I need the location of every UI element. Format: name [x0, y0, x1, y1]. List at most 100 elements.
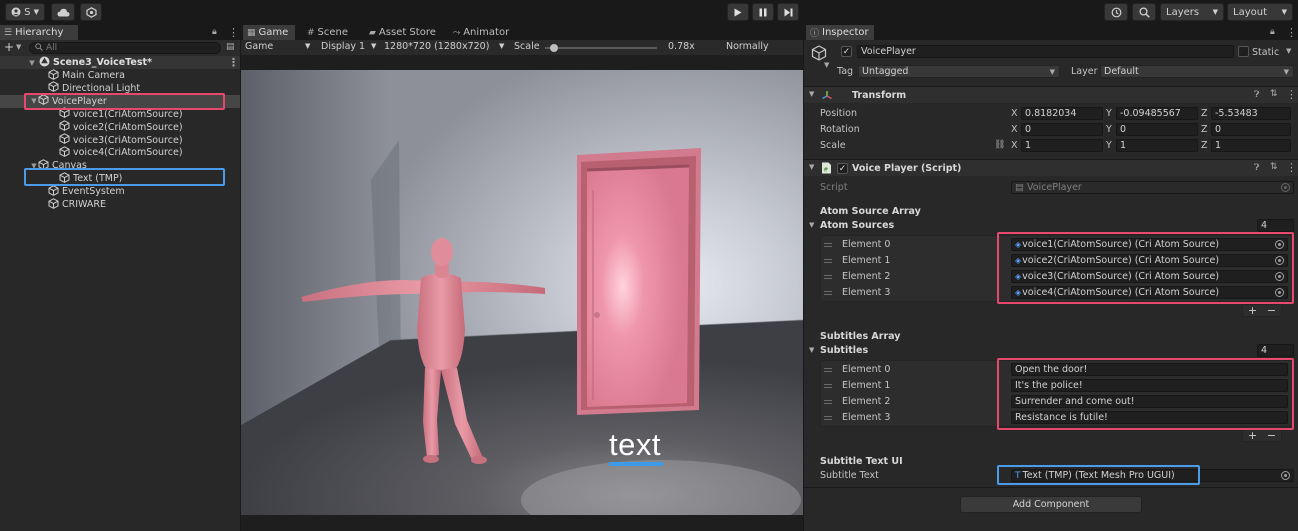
object-picker-icon[interactable]	[1281, 471, 1290, 480]
tab-scene[interactable]: # Scene	[303, 25, 359, 40]
layers-dropdown[interactable]: Layers ▼	[1160, 3, 1224, 21]
play-focus-dropdown[interactable]: Normally	[726, 41, 769, 52]
transform-rotation-y-field[interactable]: 0	[1116, 123, 1198, 136]
tab-inspector[interactable]: ⓘ Inspector	[806, 25, 874, 40]
object-name-field[interactable]: VoicePlayer	[857, 45, 1234, 58]
transform-position-x-field[interactable]: 0.8182034	[1021, 107, 1103, 120]
hierarchy-item[interactable]: EventSystem	[0, 184, 240, 198]
scene-visibility-icon[interactable]: ▤	[226, 42, 235, 52]
more-options-icon[interactable]: ⋮	[1286, 161, 1297, 174]
list-element-field[interactable]: ◈ voice3(CriAtomSource) (Cri Atom Source)	[1011, 270, 1288, 283]
account-dropdown[interactable]: S ▼	[5, 3, 45, 21]
preset-icon[interactable]: ⇅	[1270, 162, 1278, 172]
display-dropdown[interactable]: Display 1	[321, 41, 365, 52]
drag-handle-icon[interactable]	[824, 243, 832, 247]
atom-sources-label[interactable]: Atom Sources	[820, 220, 894, 231]
hierarchy-search-input[interactable]: All	[29, 42, 221, 54]
drag-handle-icon[interactable]	[824, 416, 832, 420]
subtitles-count[interactable]: 4	[1257, 344, 1294, 357]
collab-button[interactable]	[80, 3, 102, 21]
lock-icon[interactable]: 🔒︎	[212, 27, 217, 37]
object-picker-icon[interactable]	[1275, 272, 1284, 281]
transform-scale-z-field[interactable]: 1	[1211, 139, 1291, 152]
transform-scale-label: Scale	[820, 140, 846, 151]
lock-icon[interactable]: 🔒︎	[1270, 27, 1275, 37]
transform-scale-x-field[interactable]: 1	[1021, 139, 1103, 152]
hierarchy-item[interactable]: Directional Light	[0, 81, 240, 95]
tag-dropdown[interactable]: Untagged ▼	[858, 65, 1060, 78]
hierarchy-item[interactable]: CRIWARE	[0, 197, 240, 211]
more-options-icon[interactable]: ⋮	[228, 56, 239, 69]
scene-row[interactable]: ▼ Scene3_VoiceTest* ⋮	[0, 56, 240, 69]
tab-hierarchy[interactable]: ☰ Hierarchy	[0, 25, 78, 40]
view-mode-dropdown[interactable]: Game	[245, 41, 273, 52]
drag-handle-icon[interactable]	[824, 384, 832, 388]
transform-position-y-field[interactable]: -0.09485567	[1116, 107, 1198, 120]
play-button[interactable]	[727, 3, 749, 21]
add-element-button[interactable]: +	[1248, 429, 1257, 442]
hierarchy-item[interactable]: Main Camera	[0, 68, 240, 82]
hierarchy-item[interactable]: ▼ Canvas	[0, 159, 240, 172]
add-object-button[interactable]: +	[4, 40, 14, 54]
remove-element-button[interactable]: −	[1267, 304, 1276, 317]
list-element-field[interactable]: ◈ voice4(CriAtomSource) (Cri Atom Source)	[1011, 286, 1288, 299]
object-picker-icon[interactable]	[1275, 256, 1284, 265]
subtitles-label[interactable]: Subtitles	[820, 345, 868, 356]
undo-history-button[interactable]	[1104, 3, 1128, 21]
drag-handle-icon[interactable]	[824, 400, 832, 404]
transform-rotation-z-field[interactable]: 0	[1211, 123, 1291, 136]
drag-handle-icon[interactable]	[824, 291, 832, 295]
tab-game[interactable]: ▦ Game	[243, 25, 295, 40]
transform-scale-y-field[interactable]: 1	[1116, 139, 1198, 152]
step-button[interactable]	[777, 3, 799, 21]
hierarchy-item[interactable]: voice4(CriAtomSource)	[0, 146, 240, 159]
info-icon: ⓘ	[810, 29, 820, 39]
more-options-icon[interactable]: ⋮	[228, 26, 239, 39]
add-element-button[interactable]: +	[1248, 304, 1257, 317]
hierarchy-item[interactable]: Text (TMP)	[0, 171, 240, 185]
object-picker-icon[interactable]	[1275, 288, 1284, 297]
drag-handle-icon[interactable]	[824, 368, 832, 372]
link-icon[interactable]: ⛓︎	[994, 140, 1005, 150]
scale-slider[interactable]	[545, 44, 657, 52]
hierarchy-item[interactable]: ▼ VoicePlayer	[0, 94, 240, 108]
help-icon[interactable]: ❓︎	[1254, 90, 1259, 100]
remove-element-button[interactable]: −	[1267, 429, 1276, 442]
hierarchy-item[interactable]: voice3(CriAtomSource)	[0, 133, 240, 147]
list-element-field[interactable]: Resistance is futile!	[1011, 411, 1288, 424]
pause-button[interactable]	[752, 3, 774, 21]
static-checkbox[interactable]	[1238, 46, 1249, 57]
list-element-field[interactable]: Surrender and come out!	[1011, 395, 1288, 408]
preset-icon[interactable]: ⇅	[1270, 89, 1278, 99]
list-element-field[interactable]: ◈ voice1(CriAtomSource) (Cri Atom Source)	[1011, 238, 1288, 251]
voice-player-script-header[interactable]: ▼ # ✓ Voice Player (Script) ❓︎ ⇅ ⋮	[804, 159, 1298, 176]
hierarchy-item[interactable]: voice2(CriAtomSource)	[0, 120, 240, 134]
transform-rotation-x-field[interactable]: 0	[1021, 123, 1103, 136]
subtitle-text-field[interactable]: T Text (TMP) (Text Mesh Pro UGUI)	[1011, 469, 1294, 482]
search-button[interactable]	[1132, 3, 1156, 21]
cloud-button[interactable]	[51, 3, 75, 21]
script-enabled-checkbox[interactable]: ✓	[837, 163, 848, 174]
transform-header[interactable]: ▼ Transform ❓︎ ⇅ ⋮	[804, 86, 1298, 103]
layout-dropdown[interactable]: Layout ▼	[1227, 3, 1293, 21]
transform-position-z-field[interactable]: -5.53483	[1211, 107, 1291, 120]
tab-animator[interactable]: ⤳ Animator	[449, 25, 529, 40]
list-element-field[interactable]: ◈ voice2(CriAtomSource) (Cri Atom Source)	[1011, 254, 1288, 267]
active-checkbox[interactable]: ✓	[841, 46, 852, 57]
atom-sources-count[interactable]: 4	[1257, 219, 1294, 232]
object-picker-icon[interactable]	[1275, 240, 1284, 249]
tab-asset-store[interactable]: ▰ Asset Store	[365, 25, 445, 40]
hierarchy-item[interactable]: voice1(CriAtomSource)	[0, 107, 240, 121]
drag-handle-icon[interactable]	[824, 259, 832, 263]
help-icon[interactable]: ❓︎	[1254, 163, 1259, 173]
more-options-icon[interactable]: ⋮	[1286, 88, 1297, 101]
layer-dropdown[interactable]: Default ▼	[1100, 65, 1294, 78]
list-element-field[interactable]: It's the police!	[1011, 379, 1288, 392]
more-options-icon[interactable]: ⋮	[1286, 26, 1297, 39]
game-viewport[interactable]: text	[241, 70, 803, 515]
add-component-button[interactable]: Add Component	[960, 496, 1142, 513]
list-element-field[interactable]: Open the door!	[1011, 363, 1288, 376]
resolution-dropdown[interactable]: 1280*720 (1280x720)	[384, 41, 489, 52]
drag-handle-icon[interactable]	[824, 275, 832, 279]
scale-slider-thumb[interactable]	[550, 44, 559, 52]
